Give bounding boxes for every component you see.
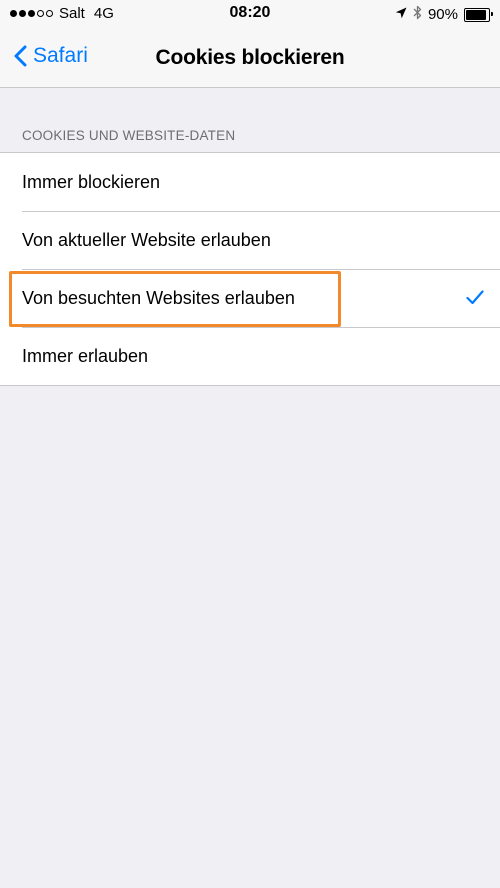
battery-fill xyxy=(466,9,486,20)
battery-cap xyxy=(491,11,493,16)
section-header: COOKIES UND WEBSITE-DATEN xyxy=(22,128,236,143)
option-label: Von aktueller Website erlauben xyxy=(22,229,271,250)
option-allow-visited-websites[interactable]: Von besuchten Websites erlauben xyxy=(0,269,500,327)
bluetooth-icon xyxy=(413,5,422,24)
status-bar: Salt 4G 08:20 90% xyxy=(0,0,500,30)
battery-icon xyxy=(464,7,493,22)
option-label: Immer erlauben xyxy=(22,345,149,366)
option-label: Immer blockieren xyxy=(22,171,161,192)
location-arrow-icon xyxy=(395,6,407,23)
page-title: Cookies blockieren xyxy=(155,46,345,69)
option-label: Von besuchten Websites erlauben xyxy=(22,287,295,308)
option-always-allow[interactable]: Immer erlauben xyxy=(0,327,500,385)
cookie-options-list: Immer blockieren Von aktueller Website e… xyxy=(0,152,500,386)
navigation-bar: Safari Cookies blockieren xyxy=(0,30,500,88)
battery-percentage: 90% xyxy=(427,6,458,23)
option-allow-current-website[interactable]: Von aktueller Website erlauben xyxy=(0,211,500,269)
option-always-block[interactable]: Immer blockieren xyxy=(0,153,500,211)
status-right: 90% xyxy=(395,5,493,24)
checkmark-icon xyxy=(466,289,484,310)
